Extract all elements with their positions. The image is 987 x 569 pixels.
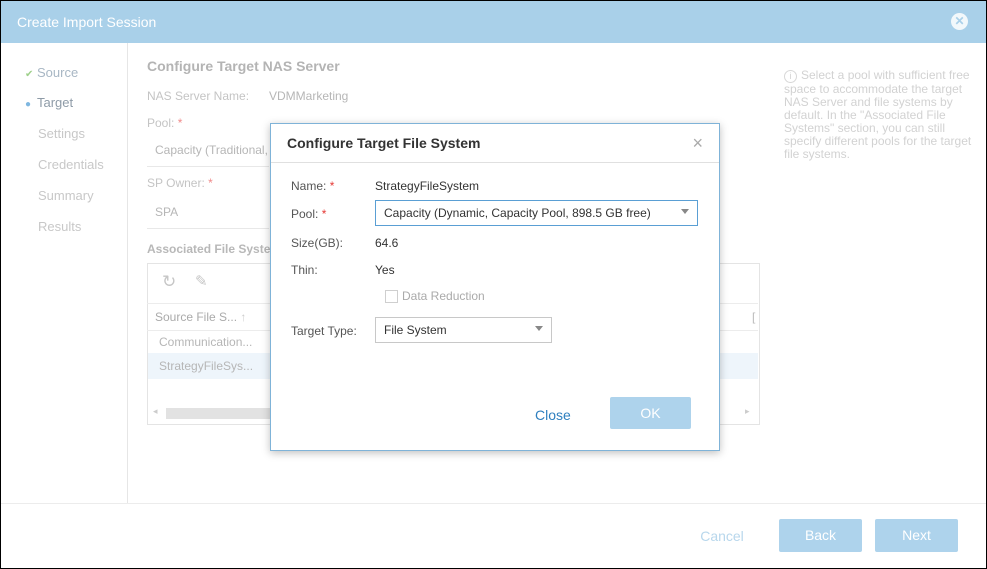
pool-select-value[interactable]: Capacity (Traditional, <box>155 143 268 157</box>
name-label-text: Name: <box>291 179 327 193</box>
pool-label: Pool: * <box>147 116 182 130</box>
step-label: Target <box>37 95 74 110</box>
footer-divider <box>1 503 986 504</box>
required-mark: * <box>208 176 213 190</box>
current-step-dot-icon: ● <box>25 99 32 110</box>
thin-label: Thin: <box>291 263 318 277</box>
edit-icon[interactable]: ✎ <box>195 272 208 290</box>
title-bar: Create Import Session ✕ <box>1 1 986 43</box>
required-mark: * <box>177 116 183 130</box>
size-label: Size(GB): <box>291 236 344 250</box>
data-reduction-label: Data Reduction <box>402 289 485 303</box>
next-button[interactable]: Next <box>875 519 958 552</box>
nas-server-name-label: NAS Server Name: <box>147 89 250 103</box>
required-mark: * <box>329 179 335 193</box>
pool-select[interactable]: Capacity (Dynamic, Capacity Pool, 898.5 … <box>375 200 698 226</box>
step-summary[interactable]: Summary <box>38 188 94 203</box>
target-type-select[interactable]: File System <box>375 317 552 343</box>
import-session-window: Create Import Session ✕ ✔ Source ● Target … <box>0 0 987 569</box>
sp-owner-label: SP Owner: * <box>147 176 213 190</box>
window-title: Create Import Session <box>17 14 157 30</box>
window-close-icon[interactable]: ✕ <box>951 13 968 30</box>
refresh-icon[interactable]: ↻ <box>162 272 176 292</box>
wizard-steps <box>1 43 128 503</box>
scroll-right-icon[interactable]: ▸ <box>745 406 750 417</box>
target-type-select-value: File System <box>384 323 447 337</box>
sp-owner-label-text: SP Owner: <box>147 176 205 190</box>
step-results[interactable]: Results <box>38 219 81 234</box>
data-reduction-checkbox[interactable] <box>385 290 398 303</box>
name-label: Name: * <box>291 179 334 193</box>
cancel-button[interactable]: Cancel <box>689 520 755 552</box>
help-text: Select a pool with sufficient free space… <box>784 68 972 161</box>
close-button[interactable]: Close <box>535 407 571 423</box>
chevron-down-icon <box>681 209 689 214</box>
dialog-divider <box>271 162 719 163</box>
step-label: Credentials <box>38 157 104 172</box>
step-target[interactable]: ● Target <box>25 95 73 110</box>
step-label: Settings <box>38 126 85 141</box>
table-row[interactable]: StrategyFileSys... <box>159 359 253 373</box>
pool-select-value: Capacity (Dynamic, Capacity Pool, 898.5 … <box>384 206 651 220</box>
associated-file-systems-label: Associated File Syste <box>147 242 271 256</box>
step-credentials[interactable]: Credentials <box>38 157 104 172</box>
chevron-down-icon <box>535 326 543 331</box>
ok-button[interactable]: OK <box>610 397 691 429</box>
pool-label: Pool: * <box>291 207 326 221</box>
nas-server-name-value: VDMMarketing <box>269 89 349 103</box>
column-header-text: Source File S... <box>155 310 238 324</box>
divider <box>147 228 269 229</box>
pool-label-text: Pool: <box>147 116 175 130</box>
help-panel: i Select a pool with sufficient free spac… <box>784 69 980 161</box>
divider <box>147 166 269 167</box>
dialog-title: Configure Target File System <box>287 135 481 151</box>
scroll-left-icon[interactable]: ◂ <box>153 406 158 417</box>
step-label: Summary <box>38 188 94 203</box>
step-label: Source <box>37 65 79 80</box>
target-type-label: Target Type: <box>291 324 357 338</box>
table-row[interactable]: Communication... <box>159 335 252 349</box>
sp-owner-select-value[interactable]: SPA <box>155 205 178 219</box>
checkmark-icon: ✔ <box>25 69 34 80</box>
size-value: 64.6 <box>375 236 399 250</box>
required-mark: * <box>321 207 327 221</box>
column-header-source[interactable]: Source File S... ↑ <box>155 310 246 324</box>
dialog-close-icon[interactable]: × <box>692 133 703 154</box>
configure-target-file-system-dialog: Configure Target File System × Name: * S… <box>270 123 720 451</box>
thin-value: Yes <box>375 263 395 277</box>
step-settings[interactable]: Settings <box>38 126 85 141</box>
step-source[interactable]: ✔ Source <box>25 65 78 80</box>
section-title: Configure Target NAS Server <box>147 58 340 74</box>
step-label: Results <box>38 219 82 234</box>
back-button[interactable]: Back <box>779 519 862 552</box>
horizontal-scrollbar[interactable] <box>166 408 271 419</box>
pool-label-text: Pool: <box>291 207 319 221</box>
column-header-partial[interactable]: [ <box>752 310 755 324</box>
name-value: StrategyFileSystem <box>375 179 480 193</box>
sort-up-icon: ↑ <box>240 310 247 324</box>
